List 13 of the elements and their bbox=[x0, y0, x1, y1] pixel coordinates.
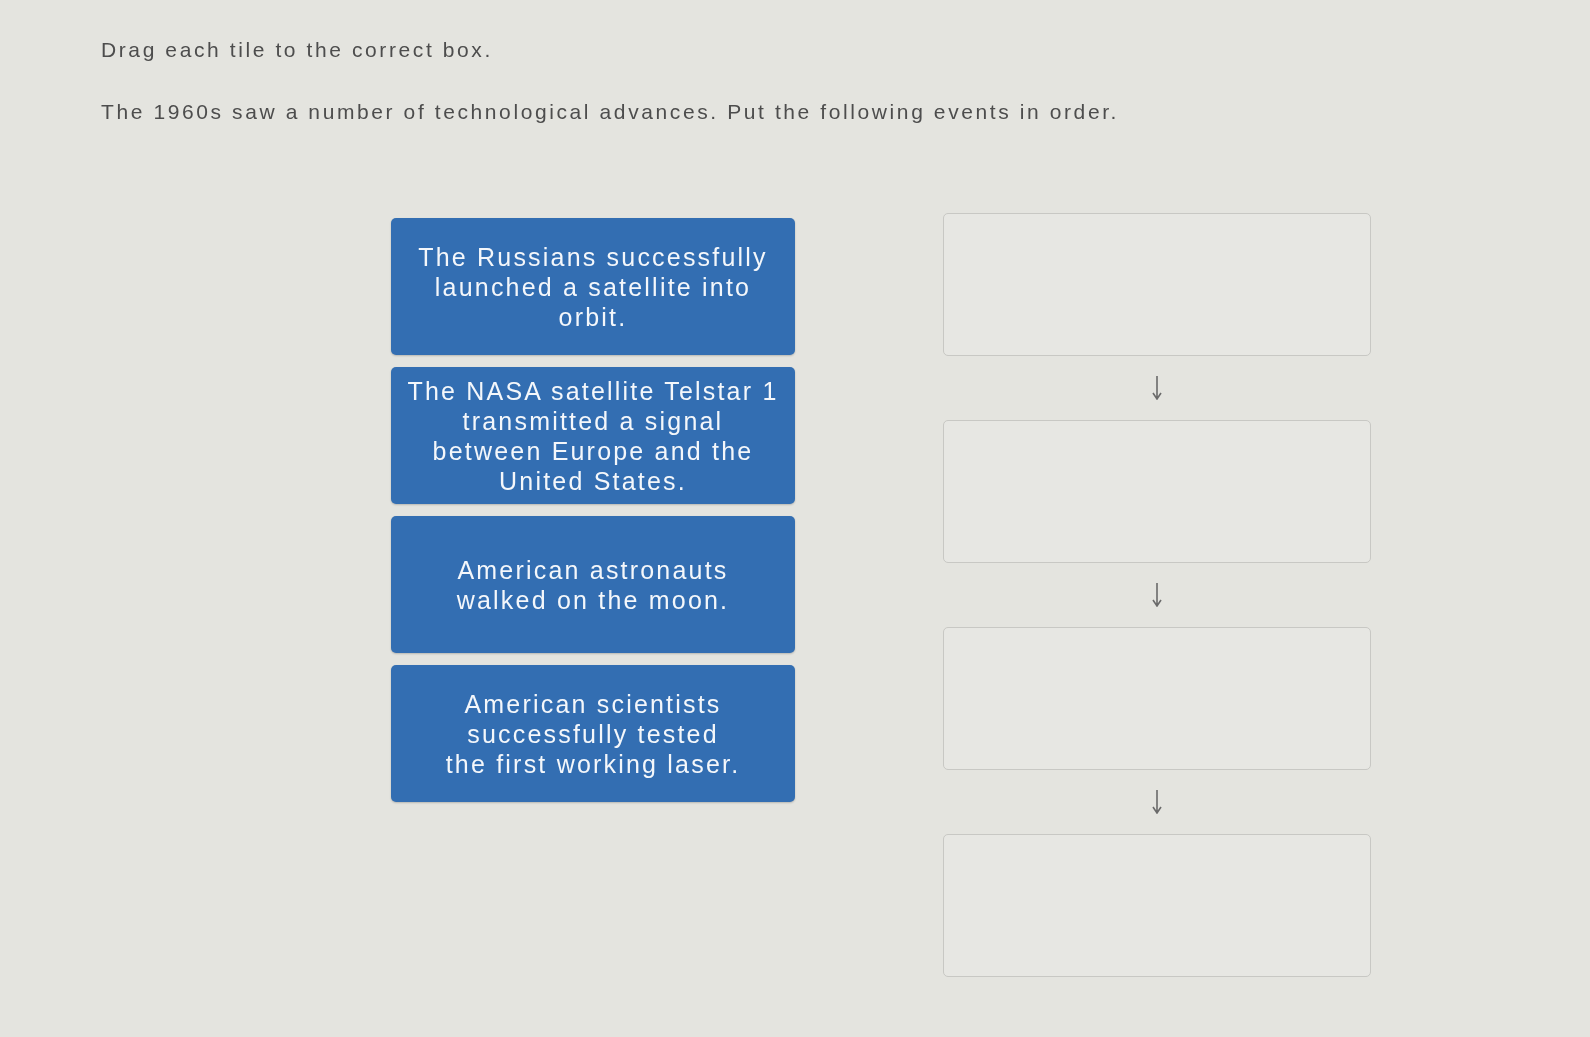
drop-target-field[interactable] bbox=[943, 213, 1371, 356]
drop-target-field[interactable] bbox=[943, 834, 1371, 977]
drop-target-field[interactable] bbox=[943, 627, 1371, 770]
question-text: The 1960s saw a number of technological advances. Put the following events in order. bbox=[101, 98, 1121, 125]
arrow-down-icon bbox=[1152, 583, 1162, 607]
instruction-text: Drag each tile to the correct box. bbox=[101, 37, 494, 63]
draggable-tile[interactable]: American astronauts walked on the moon. bbox=[391, 516, 795, 653]
draggable-tile[interactable]: The NASA satellite Telstar 1 transmitted a signal between Europe and the United States. bbox=[391, 367, 795, 504]
draggable-tile[interactable]: The Russians successfully launched a satellite into orbit. bbox=[391, 218, 795, 355]
arrow-down-icon bbox=[1152, 790, 1162, 814]
draggable-tile[interactable]: American scientists successfully tested the first working laser. bbox=[391, 665, 795, 802]
drop-target-field[interactable] bbox=[943, 420, 1371, 563]
arrow-down-icon bbox=[1152, 376, 1162, 400]
